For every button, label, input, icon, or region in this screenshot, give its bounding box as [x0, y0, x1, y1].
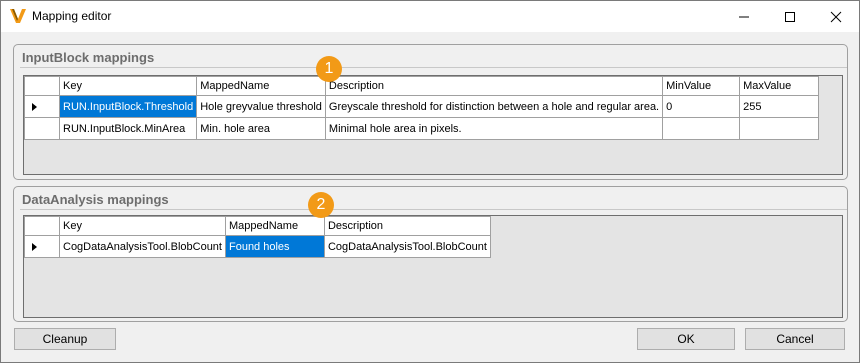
table-row[interactable]: CogDataAnalysisTool.BlobCount Found hole…: [24, 235, 491, 258]
row-header[interactable]: [24, 95, 60, 118]
cell-minvalue[interactable]: [662, 117, 741, 140]
close-button[interactable]: [813, 1, 859, 32]
app-logo-icon: [9, 7, 27, 25]
callout-badge-2: 2: [308, 192, 334, 218]
column-header-mappedname[interactable]: MappedName: [196, 76, 326, 96]
row-header-corner: [24, 76, 60, 96]
cell-minvalue[interactable]: 0: [662, 95, 741, 118]
inputblock-grid[interactable]: Key MappedName Description MinValue MaxV…: [23, 75, 843, 175]
current-row-arrow-icon: [32, 102, 37, 111]
inputblock-group-title: InputBlock mappings: [22, 50, 155, 65]
cell-key[interactable]: CogDataAnalysisTool.BlobCount: [59, 235, 226, 258]
ok-button[interactable]: OK: [637, 328, 735, 350]
table-header-row: Key MappedName Description MinValue MaxV…: [24, 76, 820, 96]
window-title: Mapping editor: [32, 9, 112, 23]
cleanup-button[interactable]: Cleanup: [14, 328, 116, 350]
cell-mappedname[interactable]: Found holes: [224, 235, 325, 258]
group-divider: [20, 67, 847, 68]
row-header[interactable]: [24, 117, 60, 140]
group-divider: [20, 209, 847, 210]
cell-key[interactable]: RUN.InputBlock.Threshold: [58, 95, 198, 118]
inputblock-table: Key MappedName Description MinValue MaxV…: [24, 76, 820, 140]
title-bar: Mapping editor: [1, 1, 859, 32]
column-header-mappedname[interactable]: MappedName: [224, 216, 325, 236]
maximize-icon: [785, 11, 795, 22]
current-row-arrow-icon: [32, 242, 37, 251]
column-header-maxvalue[interactable]: MaxValue: [739, 76, 820, 96]
table-header-row: Key MappedName Description: [24, 216, 491, 236]
row-header[interactable]: [24, 235, 60, 258]
dataanalysis-group-title: DataAnalysis mappings: [22, 192, 169, 207]
inputblock-mappings-group: InputBlock mappings Key MappedName Descr…: [13, 44, 848, 180]
column-header-key[interactable]: Key: [59, 216, 226, 236]
column-header-description[interactable]: Description: [323, 216, 491, 236]
column-header-description[interactable]: Description: [324, 76, 664, 96]
callout-badge-1: 1: [316, 56, 342, 82]
row-header-corner: [24, 216, 60, 236]
dataanalysis-table: Key MappedName Description CogDataAnalys…: [24, 216, 491, 258]
mapping-editor-window: Mapping editor InputBlock mappings Key M…: [0, 0, 860, 363]
cell-maxvalue[interactable]: 255: [739, 95, 820, 118]
cell-description[interactable]: CogDataAnalysisTool.BlobCount: [323, 235, 491, 258]
cell-key[interactable]: RUN.InputBlock.MinArea: [58, 117, 198, 140]
table-row[interactable]: RUN.InputBlock.MinArea Min. hole area Mi…: [24, 117, 820, 140]
minimize-button[interactable]: [721, 1, 767, 32]
table-row[interactable]: RUN.InputBlock.Threshold Hole greyvalue …: [24, 95, 820, 118]
cell-mappedname[interactable]: Hole greyvalue threshold: [196, 95, 326, 118]
dataanalysis-grid[interactable]: Key MappedName Description CogDataAnalys…: [23, 215, 843, 318]
column-header-key[interactable]: Key: [58, 76, 198, 96]
close-icon: [830, 11, 842, 22]
cell-description[interactable]: Greyscale threshold for distinction betw…: [324, 95, 664, 118]
minimize-icon: [739, 16, 749, 17]
maximize-button[interactable]: [767, 1, 813, 32]
cancel-button[interactable]: Cancel: [745, 328, 845, 350]
cell-maxvalue[interactable]: [739, 117, 820, 140]
cell-mappedname[interactable]: Min. hole area: [196, 117, 326, 140]
dataanalysis-mappings-group: DataAnalysis mappings Key MappedName Des…: [13, 186, 848, 322]
cell-description[interactable]: Minimal hole area in pixels.: [324, 117, 664, 140]
column-header-minvalue[interactable]: MinValue: [662, 76, 741, 96]
